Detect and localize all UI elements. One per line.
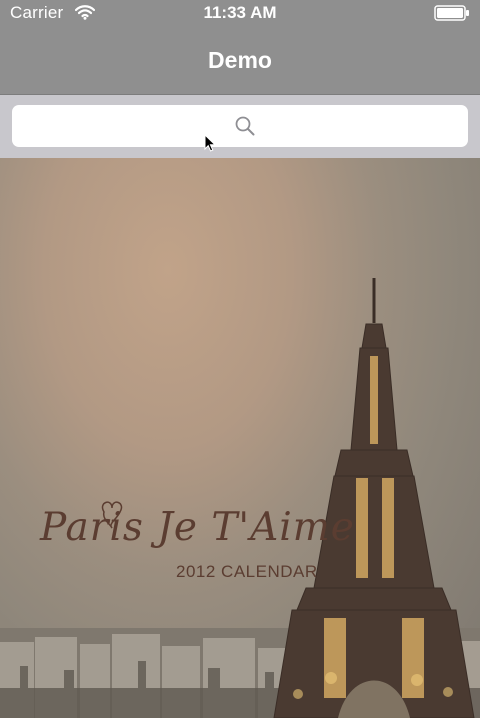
battery-icon: [434, 5, 469, 21]
navigation-bar: Demo: [0, 28, 480, 95]
navigation-title: Demo: [208, 47, 272, 73]
search-bar: [0, 95, 480, 158]
paris-skyline-illustration: [0, 278, 480, 718]
search-field[interactable]: [12, 105, 468, 147]
content-area: Paris Je T'Aime 2012 CALENDAR: [0, 158, 480, 718]
status-time: 11:33 AM: [203, 3, 277, 22]
status-bar: Carrier 11:33 AM: [0, 0, 480, 28]
search-input[interactable]: [12, 105, 468, 147]
poster-title: Paris Je T'Aime: [40, 505, 355, 550]
mouse-pointer-icon: [204, 134, 216, 152]
poster-subtitle: 2012 CALENDAR: [176, 562, 318, 581]
app-screen: Carrier 11:33 AM Demo Paris Je T'Aime 20…: [0, 0, 480, 718]
